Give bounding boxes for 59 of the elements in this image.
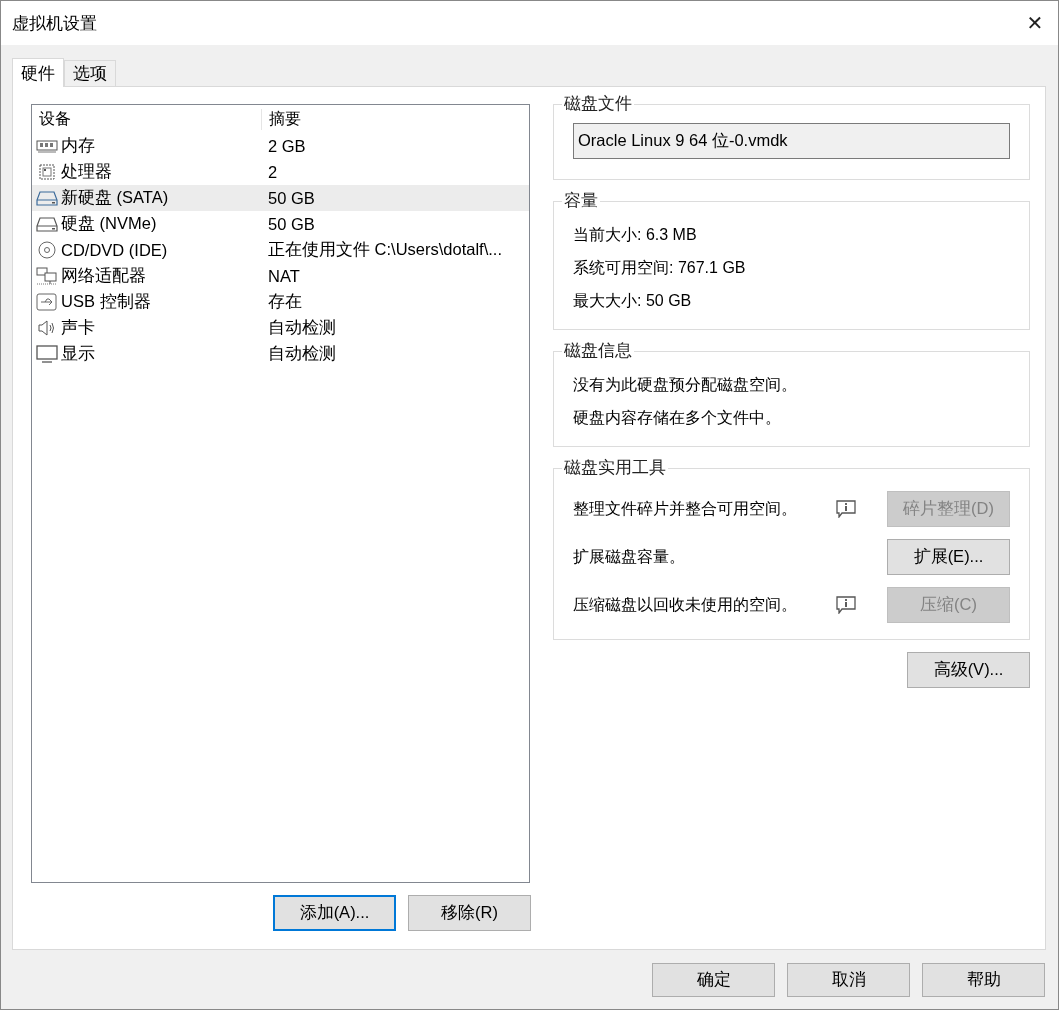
group-title: 磁盘信息 <box>563 340 633 361</box>
network-icon <box>36 267 58 285</box>
column-header[interactable]: 摘要 <box>261 108 301 130</box>
chip-icon <box>36 163 58 181</box>
disk-file-field[interactable]: Oracle Linux 9 64 位-0.vmdk <box>573 123 1010 159</box>
device-name: 声卡 <box>61 317 95 338</box>
utility-description: 压缩磁盘以回收未使用的空间。 <box>573 594 798 615</box>
device-name: 硬盘 (NVMe) <box>61 213 157 234</box>
dialog-button[interactable]: 确定 <box>652 963 775 997</box>
device-summary: NAT <box>267 266 300 286</box>
device-row[interactable]: 硬盘 (NVMe) 50 GB <box>32 211 529 237</box>
device-name: CD/DVD (IDE) <box>61 240 168 260</box>
capacity-text: 当前大小: 6.3 MB <box>573 225 698 245</box>
close-button[interactable]: ✕ <box>1012 1 1058 45</box>
dialog-button[interactable]: 帮助 <box>922 963 1045 997</box>
dialog-button[interactable]: 取消 <box>787 963 910 997</box>
usb-icon <box>36 293 58 311</box>
device-summary: 50 GB <box>267 214 315 234</box>
utility-description: 整理文件碎片并整合可用空间。 <box>573 498 798 519</box>
window-title: 虚拟机设置 <box>12 12 97 35</box>
info-text: 硬盘内容存储在多个文件中。 <box>573 408 782 428</box>
column-header[interactable]: 设备 <box>32 108 261 130</box>
device-summary: 自动检测 <box>267 317 336 338</box>
group-title: 磁盘文件 <box>563 93 633 114</box>
group-title: 容量 <box>563 190 599 211</box>
device-name: 新硬盘 (SATA) <box>61 187 169 208</box>
group-title: 磁盘实用工具 <box>563 457 667 478</box>
dialog-button[interactable]: 移除(R) <box>408 895 531 931</box>
tab[interactable]: 选项 <box>64 60 116 86</box>
advanced-button[interactable]: 高级(V)... <box>907 652 1030 688</box>
device-name: 网络适配器 <box>61 265 146 286</box>
device-row[interactable]: 声卡 自动检测 <box>32 315 529 341</box>
device-row[interactable]: 新硬盘 (SATA) 50 GB <box>32 185 529 211</box>
tab[interactable]: 硬件 <box>12 58 64 87</box>
utility-button[interactable]: 扩展(E)... <box>887 539 1010 575</box>
info-text: 没有为此硬盘预分配磁盘空间。 <box>573 375 798 395</box>
device-summary: 存在 <box>267 291 302 312</box>
device-summary: 2 <box>267 162 278 182</box>
device-name: USB 控制器 <box>61 291 151 312</box>
disc-icon <box>36 241 58 259</box>
device-row[interactable]: USB 控制器 存在 <box>32 289 529 315</box>
memory-icon <box>36 137 58 155</box>
capacity-text: 系统可用空间: 767.1 GB <box>573 258 747 278</box>
device-name: 内存 <box>61 135 95 156</box>
monitor-icon <box>36 345 58 363</box>
device-summary: 2 GB <box>267 136 306 156</box>
device-name: 处理器 <box>61 161 112 182</box>
device-row[interactable]: CD/DVD (IDE) 正在使用文件 C:\Users\dotalf\... <box>32 237 529 263</box>
device-summary: 自动检测 <box>267 343 336 364</box>
device-row[interactable]: 内存 2 GB <box>32 133 529 159</box>
device-row[interactable]: 网络适配器 NAT <box>32 263 529 289</box>
device-summary: 50 GB <box>267 188 315 208</box>
capacity-text: 最大大小: 50 GB <box>573 291 693 311</box>
device-row[interactable]: 显示 自动检测 <box>32 341 529 367</box>
device-summary: 正在使用文件 C:\Users\dotalf\... <box>267 239 503 260</box>
device-name: 显示 <box>61 343 95 364</box>
utility-description: 扩展磁盘容量。 <box>573 546 686 567</box>
device-row[interactable]: 处理器 2 <box>32 159 529 185</box>
dialog-button[interactable]: 添加(A)... <box>273 895 396 931</box>
